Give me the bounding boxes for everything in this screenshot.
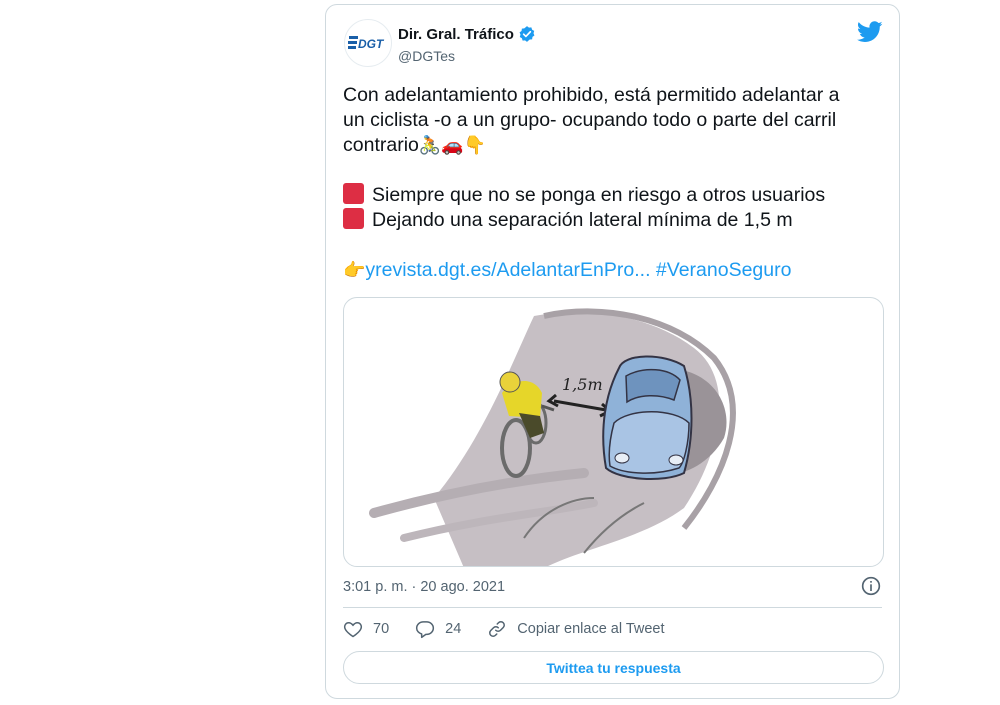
verified-badge-icon — [519, 26, 535, 42]
svg-text:DGT: DGT — [358, 37, 385, 51]
tweet-text-line-2: un ciclista -o a un grupo- ocupando todo… — [343, 109, 837, 131]
bullet-2: Dejando una separación lateral mínima de… — [343, 208, 888, 233]
like-action[interactable]: 70 — [343, 619, 389, 639]
cyclist-car-illustration: 1,5m — [369, 308, 736, 566]
reply-count: 24 — [445, 621, 462, 637]
twitter-bird-icon[interactable] — [857, 21, 883, 43]
article-link[interactable]: yrevista.dgt.es/AdelantarEnPro... — [365, 259, 650, 281]
copy-link-label[interactable]: Copiar enlace al Tweet — [517, 621, 664, 637]
red-square-icon — [343, 183, 364, 204]
bullet-2-text: Dejando una separación lateral mínima de… — [372, 209, 793, 231]
author-name[interactable]: Dir. Gral. Tráfico — [398, 25, 536, 43]
bullet-1: Siempre que no se ponga en riesgo a otro… — [343, 183, 888, 208]
red-square-icon — [343, 208, 364, 229]
heart-icon[interactable] — [343, 619, 363, 639]
bullet-1-text: Siempre que no se ponga en riesgo a otro… — [372, 184, 826, 206]
tweet-text-line-3-text: contrario — [343, 134, 419, 156]
reply-action[interactable]: 24 — [415, 619, 461, 639]
divider — [343, 607, 882, 608]
hashtag-link[interactable]: #VeranoSeguro — [656, 259, 792, 281]
info-icon[interactable] — [861, 576, 881, 596]
link-line: 👉yrevista.dgt.es/AdelantarEnPro... #Vera… — [343, 258, 888, 283]
link-icon[interactable] — [487, 619, 507, 639]
dgt-logo: DGT — [348, 36, 385, 51]
author-avatar[interactable]: DGT — [344, 19, 392, 67]
svg-text:1,5m: 1,5m — [562, 375, 603, 394]
tweet-timestamp[interactable]: 3:01 p. m. · 20 ago. 2021 — [343, 579, 505, 595]
reply-button[interactable]: Twittea tu respuesta — [343, 651, 884, 684]
reply-icon[interactable] — [415, 619, 435, 639]
tweet-text: Con adelantamiento prohibido, está permi… — [343, 83, 888, 283]
copy-link-action[interactable]: Copiar enlace al Tweet — [487, 619, 665, 639]
author-name-text[interactable]: Dir. Gral. Tráfico — [398, 26, 514, 43]
tweet-text-line-1: Con adelantamiento prohibido, está permi… — [343, 84, 840, 106]
tweet-media-image[interactable]: 1,5m — [343, 297, 884, 567]
pointing-right-emoji: 👉 — [343, 260, 366, 281]
bike-car-pointdown-emojis: 🚴🚗👇 — [418, 135, 487, 156]
like-count: 70 — [373, 621, 390, 637]
tweet-card: DGT Dir. Gral. Tráfico @DGTes Con adelan… — [325, 4, 900, 699]
action-bar: 70 24 Copiar enlace al Tweet — [343, 619, 691, 639]
author-handle[interactable]: @DGTes — [398, 48, 455, 64]
tweet-text-line-3: contrario🚴🚗👇 — [343, 133, 888, 158]
